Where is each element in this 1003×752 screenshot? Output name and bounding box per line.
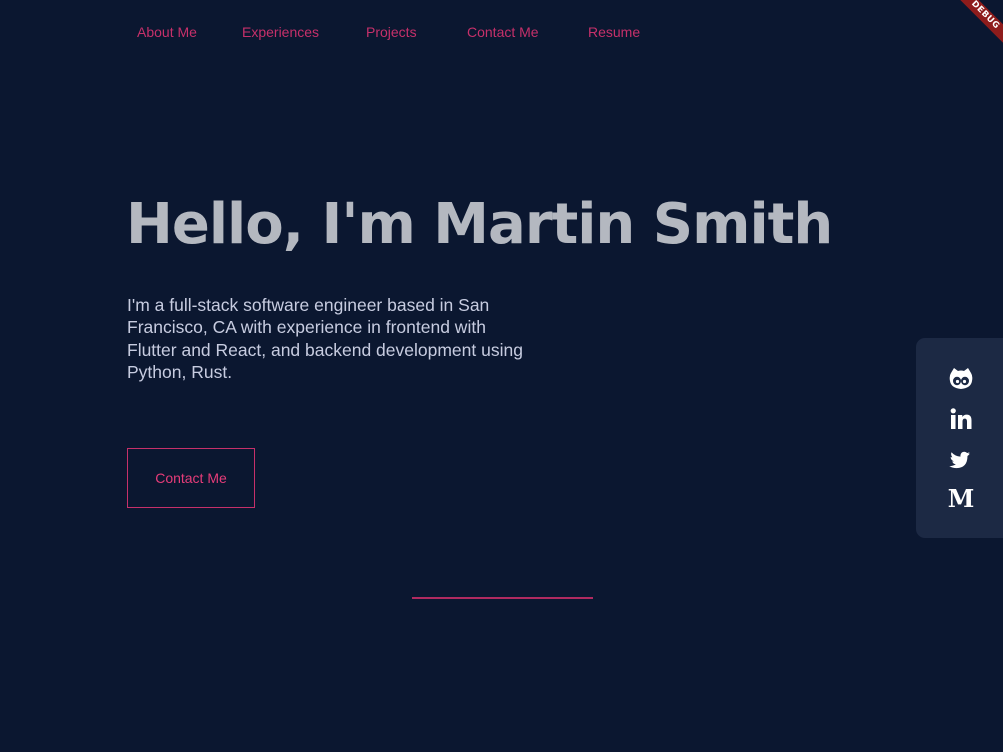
nav-item-resume[interactable]: Resume (588, 24, 640, 40)
debug-banner: DEBUG (943, 0, 1003, 60)
contact-me-button[interactable]: Contact Me (127, 448, 255, 508)
debug-label: DEBUG (952, 0, 1003, 49)
portfolio-page: About Me Experiences Projects Contact Me… (0, 0, 1003, 752)
section-divider (412, 597, 593, 599)
nav-item-experiences[interactable]: Experiences (242, 24, 319, 40)
medium-glyph: M (947, 484, 975, 513)
hero-title: Hello, I'm Martin Smith (126, 192, 833, 257)
nav-item-about-me[interactable]: About Me (137, 24, 197, 40)
github-icon[interactable] (948, 366, 974, 392)
nav-item-projects[interactable]: Projects (366, 24, 417, 40)
social-links-panel: M (916, 338, 1003, 538)
linkedin-icon[interactable] (948, 406, 974, 432)
twitter-icon[interactable] (948, 446, 974, 472)
hero-description: I'm a full-stack software engineer based… (127, 295, 523, 382)
medium-icon[interactable]: M (947, 484, 975, 513)
nav-item-contact-me[interactable]: Contact Me (467, 24, 539, 40)
